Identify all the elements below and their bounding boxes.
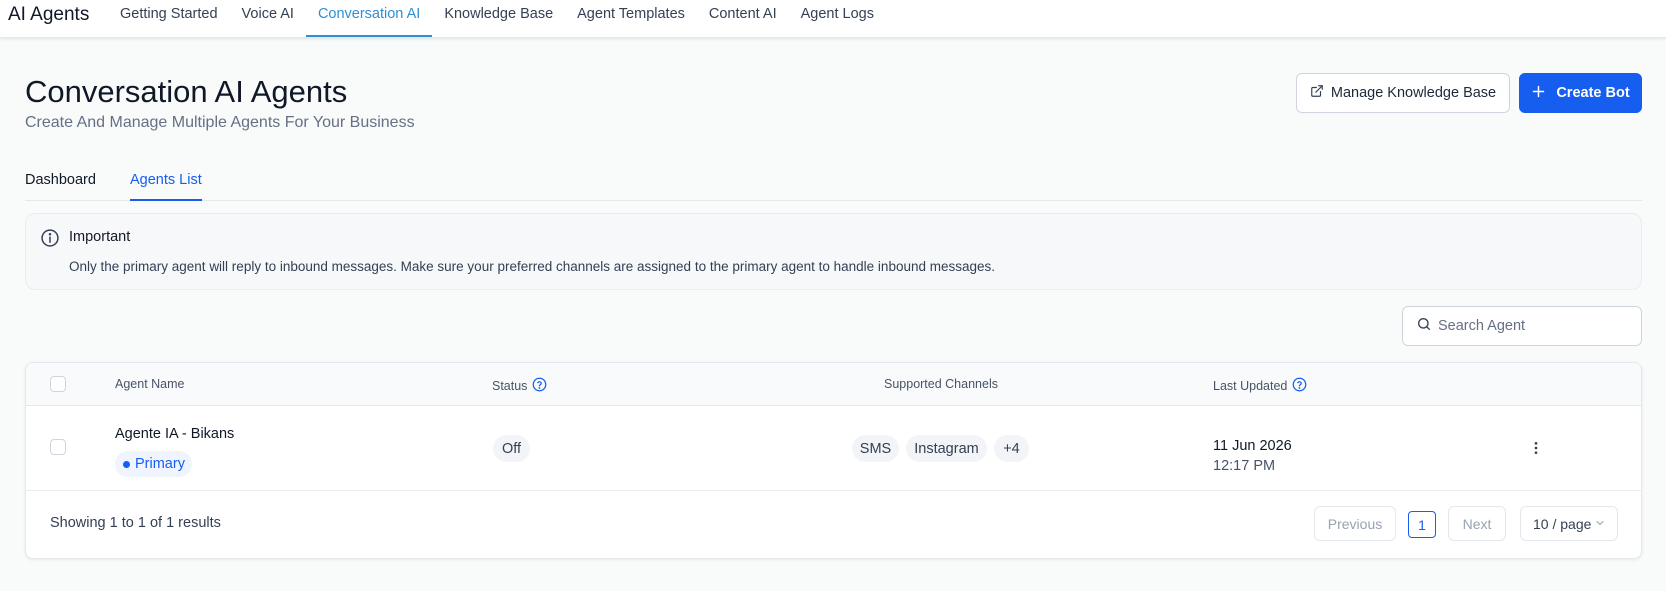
alert-title: Important — [69, 229, 131, 245]
search-box[interactable] — [1402, 306, 1642, 346]
plus-icon — [1531, 84, 1546, 103]
next-page-button[interactable]: Next — [1448, 506, 1506, 541]
status-badge: Off — [493, 435, 530, 462]
table-header: Agent Name Status Supported Channels Las… — [26, 363, 1641, 406]
chevron-down-icon — [1594, 516, 1606, 532]
search-icon — [1416, 316, 1432, 337]
previous-page-button[interactable]: Previous — [1314, 506, 1396, 541]
manage-knowledge-base-label: Manage Knowledge Base — [1330, 85, 1497, 101]
channel-pill-instagram: Instagram — [906, 435, 987, 462]
column-supported-channels: Supported Channels — [884, 377, 998, 391]
primary-dot-icon — [123, 460, 130, 468]
table-row[interactable]: Agente IA - Bikans Primary Off SMS Insta… — [26, 406, 1641, 491]
last-updated-date: 11 Jun 2026 — [1213, 438, 1292, 454]
nav-tab-conversation-ai[interactable]: Conversation AI — [305, 0, 433, 37]
more-options-icon[interactable] — [1528, 440, 1544, 461]
results-summary: Showing 1 to 1 of 1 results — [50, 515, 221, 531]
top-nav: AI Agents Getting Started Voice AI Conve… — [0, 0, 1666, 38]
nav-tab-content-ai[interactable]: Content AI — [697, 0, 789, 37]
create-bot-label: Create Bot — [1556, 85, 1630, 101]
manage-knowledge-base-button[interactable]: Manage Knowledge Base — [1296, 73, 1510, 113]
column-last-updated-label: Last Updated — [1213, 379, 1288, 393]
alert-text: Only the primary agent will reply to inb… — [69, 259, 996, 274]
create-bot-button[interactable]: Create Bot — [1519, 73, 1642, 113]
page-title: Conversation AI Agents — [25, 74, 348, 109]
column-last-updated: Last Updated — [1213, 377, 1307, 395]
more-channels-pill[interactable]: +4 — [994, 435, 1029, 462]
column-status: Status — [492, 377, 547, 395]
per-page-select[interactable]: 10 / page — [1520, 506, 1618, 541]
column-agent-name: Agent Name — [115, 377, 184, 391]
nav-tab-agent-templates[interactable]: Agent Templates — [565, 0, 697, 37]
important-alert: Important Only the primary agent will re… — [25, 213, 1642, 290]
last-updated-time: 12:17 PM — [1213, 458, 1276, 474]
per-page-value: 10 / page — [1533, 515, 1592, 532]
select-all-checkbox[interactable] — [50, 376, 66, 392]
primary-badge-label: Primary — [135, 456, 185, 472]
column-agent-name-label: Agent Name — [115, 377, 185, 391]
primary-badge: Primary — [115, 451, 192, 477]
app-brand: AI Agents — [8, 4, 90, 25]
nav-tab-agent-logs[interactable]: Agent Logs — [789, 0, 886, 37]
column-status-label: Status — [492, 379, 528, 393]
help-circle-icon[interactable] — [532, 377, 547, 395]
nav-tab-voice-ai[interactable]: Voice AI — [230, 0, 306, 37]
tab-dashboard[interactable]: Dashboard — [25, 172, 96, 188]
help-circle-icon[interactable] — [1292, 377, 1307, 395]
nav-tab-knowledge-base[interactable]: Knowledge Base — [432, 0, 565, 37]
channel-pill-sms: SMS — [852, 435, 899, 462]
nav-tabs: Getting Started Voice AI Conversation AI… — [108, 0, 886, 37]
sub-tabs: Dashboard Agents List — [25, 160, 1642, 201]
info-icon — [40, 228, 60, 253]
agents-table: Agent Name Status Supported Channels Las… — [25, 362, 1642, 559]
row-checkbox[interactable] — [50, 439, 66, 455]
agent-name[interactable]: Agente IA - Bikans — [115, 426, 234, 442]
page-subtitle: Create And Manage Multiple Agents For Yo… — [25, 114, 415, 131]
nav-tab-getting-started[interactable]: Getting Started — [108, 0, 230, 37]
external-link-icon — [1310, 84, 1324, 102]
column-channels-label: Supported Channels — [884, 377, 998, 391]
page-number-button[interactable]: 1 — [1408, 511, 1436, 538]
tab-agents-list[interactable]: Agents List — [130, 172, 202, 201]
search-input[interactable] — [1438, 318, 1628, 334]
